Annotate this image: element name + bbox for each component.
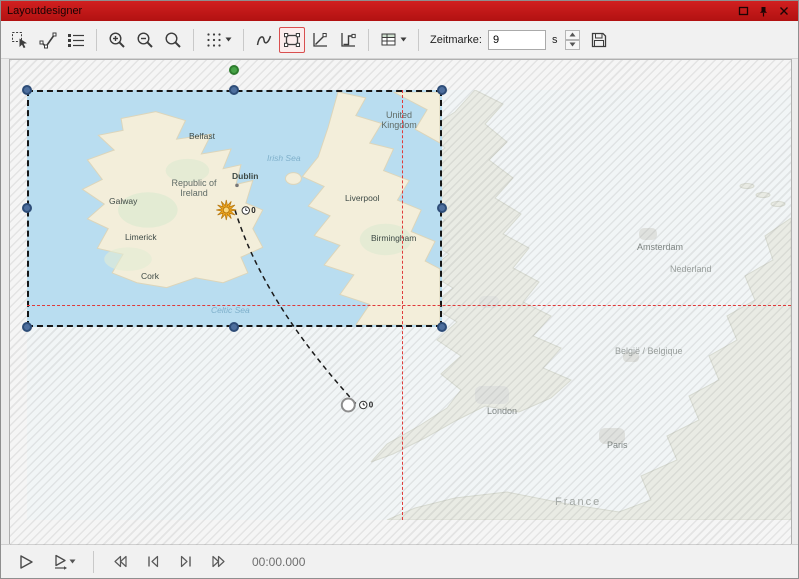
transport-bar: 00:00.000 — [1, 544, 798, 578]
map-label: Liverpool — [345, 194, 380, 204]
motion-curve-icon — [255, 31, 273, 49]
spinner-up-button[interactable] — [565, 30, 580, 40]
skip-to-start-button[interactable] — [104, 550, 134, 574]
selection-handle-top-middle[interactable] — [229, 85, 239, 95]
time-display: 00:00.000 — [252, 555, 305, 569]
pin-button[interactable] — [755, 4, 772, 19]
keyframe-ramp-out-button[interactable] — [335, 27, 361, 53]
motion-curve-button[interactable] — [251, 27, 277, 53]
save-timemark-button[interactable] — [586, 27, 612, 53]
camera-frame-icon — [283, 31, 301, 49]
keyframe-time-badge: 0 — [359, 401, 373, 410]
pin-icon — [758, 6, 769, 17]
selection-handle-middle-left[interactable] — [22, 203, 32, 213]
camera-frame-button[interactable] — [279, 27, 305, 53]
endpoint-circle-icon — [341, 398, 356, 413]
object-table-button[interactable] — [376, 27, 411, 53]
step-forward-button[interactable] — [172, 550, 200, 574]
map-label: United Kingdom — [371, 110, 427, 131]
maximize-icon — [738, 6, 749, 16]
play-button[interactable] — [11, 550, 41, 574]
chevron-up-icon — [569, 32, 576, 37]
selection-handle-bottom-right[interactable] — [437, 322, 447, 332]
map-label: Birmingham — [371, 234, 416, 244]
timemark-unit: s — [552, 34, 558, 46]
selection-handle-bottom-left[interactable] — [22, 322, 32, 332]
zoom-out-button[interactable] — [132, 27, 158, 53]
keyframe-ramp-out-icon — [339, 31, 357, 49]
zoom-out-icon — [136, 31, 154, 49]
map-label: Republic of Ireland — [161, 178, 227, 199]
timemark-label: Zeitmarke: — [430, 34, 482, 46]
timemark-spinner — [565, 30, 580, 50]
selection-handle-middle-right[interactable] — [437, 203, 447, 213]
keyframe-time-value: 0 — [251, 206, 255, 215]
play-icon — [18, 554, 34, 570]
select-tool-button[interactable] — [7, 27, 33, 53]
clock-icon — [359, 401, 368, 410]
separator — [418, 29, 419, 51]
keyframe-rows-button[interactable] — [63, 27, 89, 53]
selection-handle-top-left[interactable] — [22, 85, 32, 95]
separator — [96, 29, 97, 51]
chevron-down-icon — [569, 42, 576, 47]
map-label: Celtic Sea — [211, 306, 250, 316]
main-toolbar: Zeitmarke: s — [1, 21, 798, 59]
chevron-down-icon — [69, 559, 76, 564]
keyframe-end[interactable]: 0 — [341, 398, 373, 413]
sun-keyframe-icon — [214, 198, 238, 222]
path-points-tool-button[interactable] — [35, 27, 61, 53]
close-icon — [779, 6, 789, 16]
skip-to-start-icon — [111, 555, 127, 568]
map-label: Belfast — [189, 132, 215, 142]
map-label: Galway — [109, 197, 137, 207]
grid-button[interactable] — [201, 27, 236, 53]
zoom-in-icon — [108, 31, 126, 49]
selection-handle-top-right[interactable] — [437, 85, 447, 95]
chevron-down-icon — [400, 37, 407, 42]
separator — [193, 29, 194, 51]
close-button[interactable] — [775, 4, 792, 19]
zoom-fit-button[interactable] — [160, 27, 186, 53]
zoom-fit-icon — [164, 31, 182, 49]
layout-canvas[interactable]: Amsterdam Nederland London België / Belg… — [9, 59, 792, 546]
select-tool-icon — [11, 31, 29, 49]
path-points-icon — [39, 31, 57, 49]
keyframe-time-badge: 0 — [241, 206, 255, 215]
horizontal-center-guide — [27, 305, 791, 306]
titlebar[interactable]: Layoutdesigner — [1, 1, 798, 21]
chevron-down-icon — [225, 37, 232, 42]
spinner-down-button[interactable] — [565, 40, 580, 50]
keyframe-time-value: 0 — [369, 401, 373, 410]
keyframe-start[interactable]: 0 — [214, 198, 255, 222]
map-label: Irish Sea — [267, 154, 301, 164]
rotation-handle[interactable] — [229, 65, 239, 75]
keyframe-ramp-in-button[interactable] — [307, 27, 333, 53]
map-label: Cork — [141, 272, 159, 282]
window-title: Layoutdesigner — [7, 5, 732, 17]
zoom-in-button[interactable] — [104, 27, 130, 53]
separator — [243, 29, 244, 51]
keyframe-rows-icon — [67, 31, 85, 49]
map-label: Limerick — [125, 233, 157, 243]
keyframe-ramp-in-icon — [311, 31, 329, 49]
step-back-button[interactable] — [139, 550, 167, 574]
step-back-icon — [146, 555, 160, 568]
clock-icon — [241, 206, 250, 215]
play-from-here-button[interactable] — [46, 550, 83, 574]
step-forward-icon — [179, 555, 193, 568]
skip-to-end-button[interactable] — [205, 550, 235, 574]
timemark-input[interactable] — [488, 30, 546, 50]
separator — [368, 29, 369, 51]
maximize-button[interactable] — [735, 4, 752, 19]
selection-handle-bottom-middle[interactable] — [229, 322, 239, 332]
play-from-here-icon — [53, 554, 67, 570]
object-table-icon — [380, 31, 398, 49]
grid-icon — [205, 31, 223, 49]
layoutdesigner-window: Layoutdesigner — [0, 0, 799, 579]
save-icon — [590, 31, 608, 49]
separator — [93, 551, 94, 573]
skip-to-end-icon — [212, 555, 228, 568]
map-label: Dublin — [232, 172, 258, 182]
